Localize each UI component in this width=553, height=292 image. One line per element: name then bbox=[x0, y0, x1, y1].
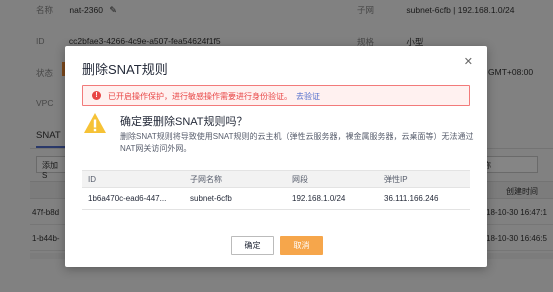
col-cidr: 网段 bbox=[286, 170, 378, 188]
cell-cidr: 192.168.1.0/24 bbox=[286, 187, 378, 210]
cancel-button[interactable]: 取消 bbox=[280, 236, 323, 255]
confirm-description: 删除SNAT规则将导致使用SNAT规则的云主机（弹性云服务器，裸金属服务器，云桌… bbox=[120, 132, 474, 153]
table-header-row: ID 子网名称 网段 弹性IP bbox=[82, 170, 470, 188]
protection-alert: ! 已开启操作保护，进行敏感操作需要进行身份验证。 去验证 bbox=[82, 85, 470, 106]
alert-text: 已开启操作保护，进行敏感操作需要进行身份验证。 去验证 bbox=[108, 91, 320, 102]
confirm-title: 确定要删除SNAT规则吗？ bbox=[120, 116, 248, 128]
delete-snat-dialog: 删除SNAT规则 ✕ ! 已开启操作保护，进行敏感操作需要进行身份验证。 去验证 … bbox=[65, 46, 487, 267]
table-row: 1b6a470c-ead6-447... subnet-6cfb 192.168… bbox=[82, 187, 470, 210]
cell-eip: 36.111.166.246 bbox=[378, 187, 470, 210]
col-eip: 弹性IP bbox=[378, 170, 470, 188]
confirm-button[interactable]: 确定 bbox=[231, 236, 274, 255]
rules-table: ID 子网名称 网段 弹性IP 1b6a470c-ead6-447... sub… bbox=[82, 170, 470, 210]
dialog-title: 删除SNAT规则 bbox=[82, 62, 168, 77]
error-icon: ! bbox=[92, 91, 101, 100]
warning-icon bbox=[84, 113, 106, 133]
close-icon[interactable]: ✕ bbox=[464, 55, 473, 68]
cell-subnet-name: subnet-6cfb bbox=[184, 187, 286, 210]
verify-link[interactable]: 去验证 bbox=[296, 92, 320, 101]
col-subnet-name: 子网名称 bbox=[184, 170, 286, 188]
cell-id: 1b6a470c-ead6-447... bbox=[82, 187, 184, 210]
alert-message: 已开启操作保护，进行敏感操作需要进行身份验证。 bbox=[108, 92, 292, 101]
col-id: ID bbox=[82, 170, 184, 188]
